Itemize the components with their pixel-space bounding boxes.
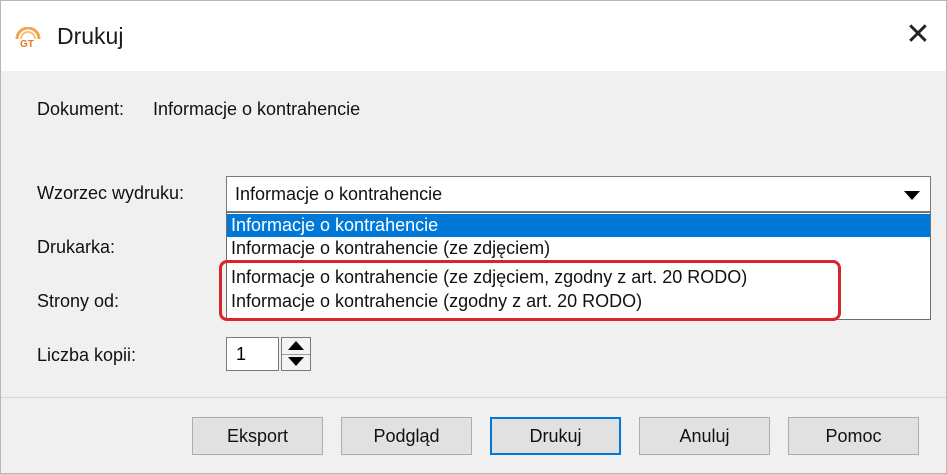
print-button[interactable]: Drukuj [490,417,621,455]
pages-label: Strony od: [37,291,120,311]
svg-text:GT: GT [20,39,34,49]
dropdown-option[interactable]: Informacje o kontrahencie (ze zdjęciem, … [227,266,930,289]
printer-label: Drukarka: [37,237,116,257]
document-value: Informacje o kontrahencie [153,99,361,119]
stepper-down-button[interactable] [282,354,310,370]
dialog-body: Dokument: Informacje o kontrahencie Wzor… [1,71,946,473]
export-button[interactable]: Eksport [192,417,323,455]
template-select[interactable]: Informacje o kontrahencie [226,176,931,212]
arrow-up-icon [288,341,304,350]
app-logo-icon: GT [15,27,41,49]
window-title: Drukuj [57,23,124,49]
title-bar: GT Drukuj ✕ [1,1,946,71]
help-button[interactable]: Pomoc [788,417,919,455]
arrow-down-icon [288,357,304,366]
copies-label: Liczba kopii: [37,345,137,365]
copies-stepper [281,337,311,371]
copies-input[interactable]: 1 [226,337,279,371]
dropdown-option[interactable]: Informacje o kontrahencie (zgodny z art.… [227,290,930,313]
print-dialog: GT Drukuj ✕ Dokument: Informacje o kontr… [0,0,947,474]
dropdown-option[interactable]: Informacje o kontrahencie (ze zdjęciem) [227,237,930,260]
close-icon[interactable]: ✕ [902,19,934,51]
dropdown-option[interactable]: Informacje o kontrahencie [227,214,930,237]
document-label: Dokument: [37,99,125,119]
chevron-down-icon[interactable] [904,191,920,200]
template-select-value: Informacje o kontrahencie [235,184,443,204]
preview-button[interactable]: Podgląd [341,417,472,455]
cancel-button[interactable]: Anuluj [639,417,770,455]
template-dropdown-list: Informacje o kontrahencie Informacje o k… [226,212,931,320]
template-label: Wzorzec wydruku: [37,183,185,203]
stepper-up-button[interactable] [282,338,310,355]
divider [1,397,946,398]
